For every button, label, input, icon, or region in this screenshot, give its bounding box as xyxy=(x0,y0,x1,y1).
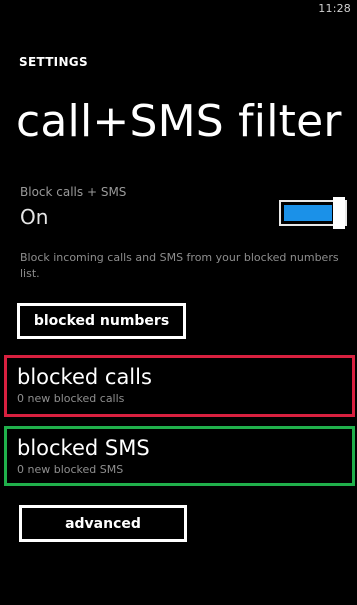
advanced-button[interactable]: advanced xyxy=(19,505,187,542)
status-bar-time: 11:28 xyxy=(318,2,351,15)
block-toggle-label: Block calls + SMS xyxy=(20,185,127,199)
toggle-thumb[interactable] xyxy=(333,197,345,229)
blocked-calls-title: blocked calls xyxy=(17,365,152,389)
blocked-numbers-button[interactable]: blocked numbers xyxy=(17,303,186,339)
list-item-blocked-sms[interactable]: blocked SMS 0 new blocked SMS xyxy=(4,426,355,486)
blocked-sms-subtitle: 0 new blocked SMS xyxy=(17,463,124,476)
settings-section-label: SETTINGS xyxy=(19,55,88,69)
list-item-blocked-calls[interactable]: blocked calls 0 new blocked calls xyxy=(4,355,355,417)
page-title: call+SMS filter xyxy=(16,96,342,147)
toggle-fill xyxy=(284,205,332,221)
block-toggle-description: Block incoming calls and SMS from your b… xyxy=(20,251,339,280)
blocked-calls-subtitle: 0 new blocked calls xyxy=(17,392,125,405)
blocked-sms-title: blocked SMS xyxy=(17,436,150,460)
block-calls-sms-toggle[interactable] xyxy=(279,197,347,229)
block-toggle-state: On xyxy=(20,205,49,229)
